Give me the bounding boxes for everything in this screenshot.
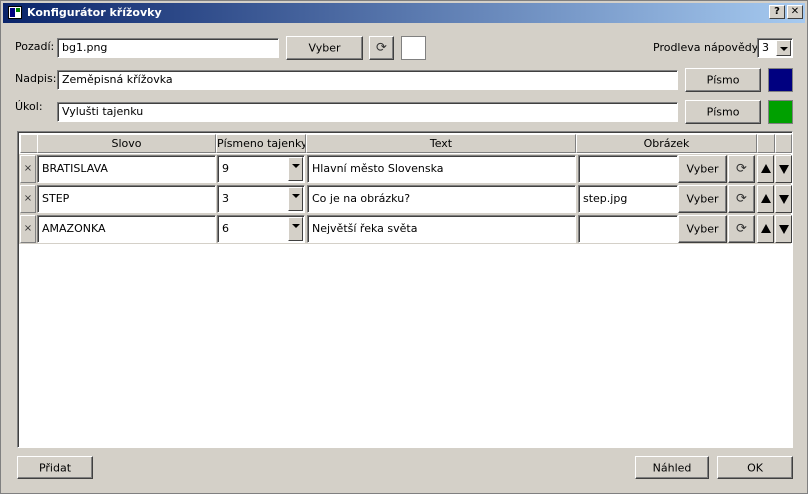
close-button[interactable]: ✕ bbox=[787, 5, 803, 19]
background-color-swatch[interactable] bbox=[401, 36, 426, 60]
move-up-icon[interactable] bbox=[757, 215, 774, 243]
help-button[interactable]: ? bbox=[769, 5, 785, 19]
chevron-down-icon[interactable] bbox=[288, 187, 303, 211]
chevron-down-icon[interactable] bbox=[288, 217, 303, 241]
move-down-icon[interactable] bbox=[775, 155, 792, 183]
task-field[interactable]: Vylušti tajenku bbox=[57, 102, 678, 122]
table-row: × AMAZONKA 6 Největší řeka světa Vyber ⟳ bbox=[19, 214, 792, 244]
title-field[interactable]: Zeměpisná křížovka bbox=[57, 70, 678, 90]
chevron-down-icon[interactable] bbox=[288, 157, 303, 181]
table-row: × STEP 3 Co je na obrázku? step.jpg Vybe… bbox=[19, 184, 792, 214]
image-cell[interactable] bbox=[578, 155, 678, 183]
task-font-button[interactable]: Písmo bbox=[685, 100, 761, 124]
move-up-icon[interactable] bbox=[757, 185, 774, 213]
text-cell[interactable]: Největší řeka světa bbox=[307, 215, 576, 243]
hint-delay-value: 3 bbox=[762, 41, 769, 54]
letter-select[interactable]: 9 bbox=[217, 155, 305, 183]
task-label: Úkol: bbox=[15, 100, 43, 113]
text-cell[interactable]: Co je na obrázku? bbox=[307, 185, 576, 213]
image-select-label: Vyber bbox=[686, 222, 719, 236]
background-select-button[interactable]: Vyber bbox=[286, 36, 363, 60]
title-font-label: Písmo bbox=[706, 73, 740, 87]
image-refresh-button[interactable]: ⟳ bbox=[728, 185, 755, 213]
window-title: Konfigurátor křížovky bbox=[27, 6, 162, 19]
background-refresh-button[interactable]: ⟳ bbox=[369, 36, 394, 60]
letter-value: 3 bbox=[222, 192, 229, 205]
word-cell[interactable]: STEP bbox=[37, 185, 216, 213]
image-refresh-button[interactable]: ⟳ bbox=[728, 155, 755, 183]
title-label: Nadpis: bbox=[15, 72, 57, 85]
header-image[interactable]: Obrázek bbox=[576, 134, 757, 153]
ok-button[interactable]: OK bbox=[717, 456, 793, 479]
word-cell[interactable]: BRATISLAVA bbox=[37, 155, 216, 183]
image-cell[interactable] bbox=[578, 215, 678, 243]
image-select-button[interactable]: Vyber bbox=[678, 155, 727, 183]
refresh-icon: ⟳ bbox=[736, 161, 747, 177]
task-font-label: Písmo bbox=[706, 105, 740, 119]
image-select-label: Vyber bbox=[686, 192, 719, 206]
chevron-down-icon[interactable] bbox=[776, 40, 791, 56]
letter-select[interactable]: 3 bbox=[217, 185, 305, 213]
ok-label: OK bbox=[747, 461, 763, 474]
title-bar[interactable]: Konfigurátor křížovky ? ✕ bbox=[3, 3, 805, 23]
letter-value: 9 bbox=[222, 162, 229, 175]
header-text[interactable]: Text bbox=[306, 134, 576, 153]
add-row-label: Přidat bbox=[38, 461, 72, 474]
header-letter[interactable]: Písmeno tajenky bbox=[216, 134, 306, 153]
delete-row-button[interactable]: × bbox=[20, 155, 36, 183]
header-corner bbox=[20, 134, 38, 153]
hint-delay-label: Prodleva nápovědy: bbox=[653, 41, 762, 54]
words-table: Slovo Písmeno tajenky Text Obrázek × BRA… bbox=[17, 131, 793, 448]
letter-select[interactable]: 6 bbox=[217, 215, 305, 243]
refresh-icon: ⟳ bbox=[736, 191, 747, 207]
background-select-label: Vyber bbox=[308, 41, 341, 55]
background-label: Pozadí: bbox=[15, 40, 55, 53]
move-down-icon[interactable] bbox=[775, 185, 792, 213]
task-color-swatch[interactable] bbox=[768, 100, 793, 124]
title-color-swatch[interactable] bbox=[768, 68, 793, 92]
preview-button[interactable]: Náhled bbox=[635, 456, 709, 479]
image-cell[interactable]: step.jpg bbox=[578, 185, 678, 213]
refresh-icon: ⟳ bbox=[736, 221, 747, 237]
image-select-button[interactable]: Vyber bbox=[678, 215, 727, 243]
image-refresh-button[interactable]: ⟳ bbox=[728, 215, 755, 243]
text-cell[interactable]: Hlavní město Slovenska bbox=[307, 155, 576, 183]
dialog-window: Konfigurátor křížovky ? ✕ Pozadí: bg1.pn… bbox=[0, 0, 808, 494]
header-up bbox=[757, 134, 775, 153]
word-cell[interactable]: AMAZONKA bbox=[37, 215, 216, 243]
delete-row-button[interactable]: × bbox=[20, 185, 36, 213]
delete-row-button[interactable]: × bbox=[20, 215, 36, 243]
background-field[interactable]: bg1.png bbox=[57, 38, 279, 58]
table-row: × BRATISLAVA 9 Hlavní město Slovenska Vy… bbox=[19, 154, 792, 184]
hint-delay-select[interactable]: 3 bbox=[757, 38, 793, 58]
preview-label: Náhled bbox=[652, 461, 692, 474]
move-up-icon[interactable] bbox=[757, 155, 774, 183]
title-font-button[interactable]: Písmo bbox=[685, 68, 761, 92]
header-down bbox=[775, 134, 792, 153]
move-down-icon[interactable] bbox=[775, 215, 792, 243]
app-icon bbox=[8, 6, 22, 19]
image-select-label: Vyber bbox=[686, 162, 719, 176]
letter-value: 6 bbox=[222, 222, 229, 235]
refresh-icon: ⟳ bbox=[376, 40, 387, 56]
header-word[interactable]: Slovo bbox=[37, 134, 216, 153]
add-row-button[interactable]: Přidat bbox=[17, 456, 93, 479]
image-select-button[interactable]: Vyber bbox=[678, 185, 727, 213]
